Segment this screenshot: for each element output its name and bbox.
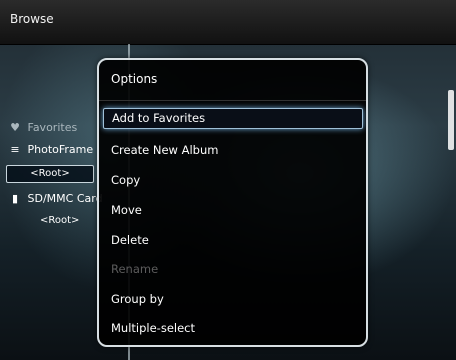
menu-item-move[interactable]: Move xyxy=(111,203,142,217)
menu-item-create-new-album[interactable]: Create New Album xyxy=(111,143,218,157)
menu-item-delete[interactable]: Delete xyxy=(111,233,149,247)
sidebar-item-photoframe-root[interactable]: <Root> xyxy=(6,165,94,183)
heart-icon: ♥ xyxy=(10,121,20,134)
sidebar-item-label: SD/MMC Card xyxy=(27,192,103,205)
options-menu: Options Add to Favorites Create New Albu… xyxy=(97,58,368,347)
sidebar-item-label: Favorites xyxy=(27,121,78,134)
top-bar: Browse xyxy=(0,0,456,45)
sidebar-item-label: <Root> xyxy=(30,168,70,179)
page-title: Browse xyxy=(10,12,54,26)
sidebar-item-favorites[interactable]: ♥ Favorites xyxy=(10,121,77,134)
sidebar-item-label: <Root> xyxy=(40,215,80,226)
sidebar-item-label: PhotoFrame xyxy=(27,143,94,156)
card-icon: ▮ xyxy=(11,192,19,205)
menu-item-copy[interactable]: Copy xyxy=(111,173,140,187)
sidebar-item-sdcard-root[interactable]: <Root> xyxy=(40,215,79,226)
sidebar-item-photoframe[interactable]: ≡ PhotoFrame xyxy=(10,143,93,156)
menu-title: Options xyxy=(111,72,158,86)
list-icon: ≡ xyxy=(10,143,20,156)
sidebar-item-sdcard[interactable]: ▮ SD/MMC Card xyxy=(10,192,103,205)
menu-item-multiple-select[interactable]: Multiple-select xyxy=(111,321,195,335)
menu-item-add-to-favorites[interactable]: Add to Favorites xyxy=(103,108,363,129)
scroll-indicator xyxy=(448,90,454,150)
menu-item-group-by[interactable]: Group by xyxy=(111,292,164,306)
menu-item-rename: Rename xyxy=(111,262,159,276)
menu-divider xyxy=(99,100,366,101)
